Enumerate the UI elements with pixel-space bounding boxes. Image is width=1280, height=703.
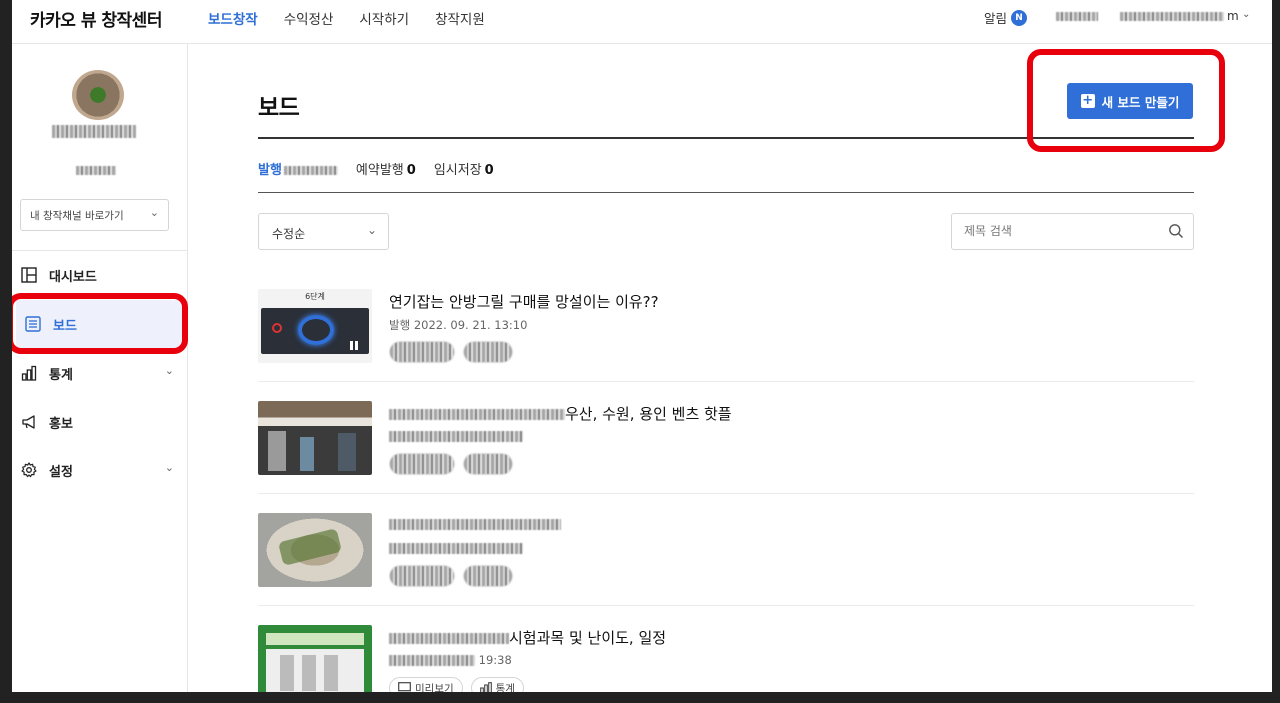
chevron-down-icon: ⌄ bbox=[164, 461, 174, 474]
sidebar-item-dashboard[interactable]: 대시보드 bbox=[12, 251, 188, 299]
stats-label: 통계 bbox=[495, 682, 515, 693]
site-logo[interactable]: 카카오 뷰 창작센터 bbox=[30, 6, 162, 31]
published-count-redacted bbox=[283, 166, 338, 175]
divider bbox=[258, 192, 1194, 193]
channel-shortcut-select[interactable]: 내 창작채널 바로가기 ⌄ bbox=[20, 199, 169, 231]
board-list-item[interactable]: 시험과목 및 난이도, 일정 19:38 미리보기 통계 bbox=[258, 625, 1194, 692]
app-window: 카카오 뷰 창작센터 보드창작 수익정산 시작하기 창작지원 알림 N m ⌄ … bbox=[12, 0, 1272, 692]
title-redacted bbox=[389, 633, 509, 644]
post-thumbnail bbox=[258, 401, 372, 475]
channel-shortcut-label: 내 창작채널 바로가기 bbox=[30, 210, 124, 222]
channel-name-redacted bbox=[1056, 12, 1098, 21]
board-list-item[interactable] bbox=[258, 513, 1194, 625]
post-thumbnail bbox=[258, 625, 372, 692]
preview-button-redacted[interactable] bbox=[389, 341, 455, 363]
preview-button-redacted[interactable] bbox=[389, 565, 455, 587]
sidebar: 내 창작채널 바로가기 ⌄ 대시보드 보드 통계 ⌄ 홍보 설정 ⌄ bbox=[12, 44, 188, 692]
preview-button-redacted[interactable] bbox=[389, 453, 455, 475]
post-title[interactable]: 우산, 수원, 용인 벤츠 핫플 bbox=[389, 403, 732, 424]
sidebar-item-label: 대시보드 bbox=[49, 269, 97, 285]
avatar bbox=[72, 70, 124, 120]
sidebar-item-settings[interactable]: 설정 ⌄ bbox=[12, 446, 188, 494]
thumbnail-caption: 6단계 bbox=[305, 292, 325, 301]
user-account-redacted[interactable] bbox=[1120, 12, 1224, 21]
alarm-button[interactable]: 알림 N bbox=[984, 8, 1028, 27]
post-thumbnail: 6단계 bbox=[258, 289, 372, 363]
nav-getting-started[interactable]: 시작하기 bbox=[359, 8, 409, 28]
divider bbox=[258, 605, 1194, 606]
user-account-suffix: m bbox=[1227, 9, 1239, 23]
board-list-item[interactable]: 6단계 연기잡는 안방그릴 구매를 망설이는 이유?? 발행 2022. 09.… bbox=[258, 289, 1194, 401]
dashboard-icon bbox=[20, 266, 38, 284]
chevron-down-icon: ⌄ bbox=[164, 364, 174, 377]
preview-button[interactable]: 미리보기 bbox=[389, 677, 463, 692]
chevron-down-icon[interactable]: ⌄ bbox=[1242, 9, 1250, 20]
stats-button-redacted[interactable] bbox=[463, 453, 513, 475]
bar-chart-icon bbox=[479, 682, 492, 692]
page-title: 보드 bbox=[258, 95, 300, 121]
post-title[interactable]: 연기잡는 안방그릴 구매를 망설이는 이유?? bbox=[389, 291, 659, 312]
nav-creator-support[interactable]: 창작지원 bbox=[435, 8, 485, 28]
global-nav: 보드창작 수익정산 시작하기 창작지원 bbox=[208, 8, 485, 28]
board-list-item[interactable]: 우산, 수원, 용인 벤츠 핫플 bbox=[258, 401, 1194, 513]
channel-sub-redacted bbox=[76, 166, 116, 175]
post-title[interactable] bbox=[389, 515, 561, 533]
post-date: 발행 2022. 09. 21. 13:10 bbox=[389, 318, 528, 332]
top-navigation-bar: 카카오 뷰 창작센터 보드창작 수익정산 시작하기 창작지원 알림 N m ⌄ bbox=[12, 0, 1272, 44]
sidebar-item-stats[interactable]: 통계 ⌄ bbox=[12, 349, 188, 397]
sort-select[interactable]: 수정순 ⌄ bbox=[258, 213, 389, 250]
monitor-icon bbox=[398, 682, 411, 692]
stats-button-redacted[interactable] bbox=[463, 565, 513, 587]
search-icon[interactable] bbox=[1168, 223, 1184, 243]
tab-scheduled[interactable]: 예약발행 0 bbox=[356, 159, 416, 178]
divider bbox=[258, 493, 1194, 494]
bar-chart-icon bbox=[20, 364, 38, 382]
nav-revenue[interactable]: 수익정산 bbox=[284, 8, 334, 28]
post-thumbnail bbox=[258, 513, 372, 587]
board-tabs: 발행 예약발행 0 임시저장 0 bbox=[258, 159, 494, 178]
stats-button[interactable]: 통계 bbox=[470, 677, 524, 693]
sidebar-item-label: 홍보 bbox=[49, 416, 73, 432]
megaphone-icon bbox=[20, 413, 38, 431]
tab-published[interactable]: 발행 bbox=[258, 159, 338, 178]
post-date bbox=[389, 541, 523, 555]
sidebar-item-promotion[interactable]: 홍보 bbox=[12, 398, 188, 446]
channel-name-redacted bbox=[52, 125, 136, 138]
nav-board-create[interactable]: 보드창작 bbox=[208, 8, 258, 28]
tab-drafts[interactable]: 임시저장 0 bbox=[434, 159, 494, 178]
title-search bbox=[951, 213, 1194, 250]
post-date: 19:38 bbox=[389, 653, 512, 667]
divider bbox=[258, 381, 1194, 382]
search-input[interactable] bbox=[952, 214, 1152, 248]
post-date bbox=[389, 429, 523, 443]
stats-button-redacted[interactable] bbox=[463, 341, 513, 363]
title-redacted bbox=[389, 519, 561, 530]
sidebar-item-label: 통계 bbox=[49, 367, 73, 383]
highlight-annotation bbox=[12, 293, 188, 354]
gear-icon bbox=[20, 461, 38, 479]
highlight-annotation bbox=[1027, 49, 1225, 152]
chevron-down-icon: ⌄ bbox=[149, 206, 159, 219]
post-title[interactable]: 시험과목 및 난이도, 일정 bbox=[389, 627, 666, 648]
sort-select-value: 수정순 bbox=[272, 227, 306, 241]
preview-label: 미리보기 bbox=[415, 682, 454, 693]
title-redacted bbox=[389, 409, 565, 420]
alarm-label: 알림 bbox=[984, 11, 1008, 26]
alarm-new-badge: N bbox=[1011, 9, 1028, 26]
sidebar-item-label: 설정 bbox=[49, 464, 73, 480]
chevron-down-icon: ⌄ bbox=[366, 223, 377, 237]
